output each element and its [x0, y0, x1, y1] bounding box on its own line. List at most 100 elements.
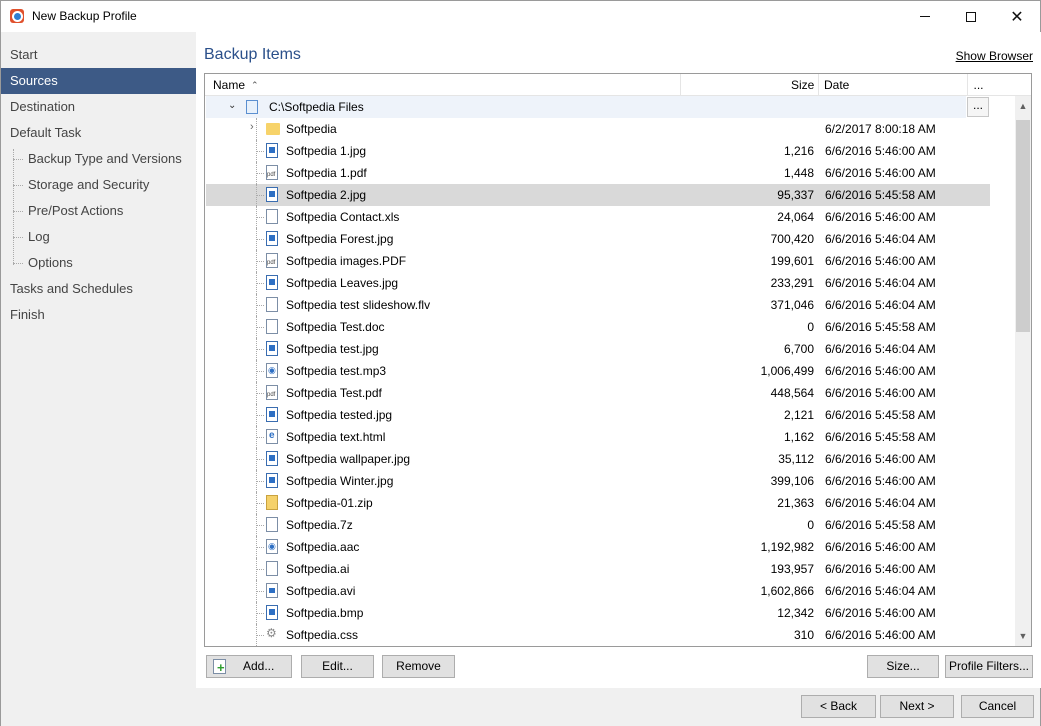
file-row[interactable]: Softpedia Test.doc 0 6/6/2016 5:45:58 AM: [206, 316, 990, 338]
file-date: 6/6/2016 5:46:00 AM: [825, 540, 936, 554]
file-row[interactable]: Softpedia.css 310 6/6/2016 5:46:00 AM: [206, 624, 990, 646]
column-size[interactable]: Size: [791, 74, 814, 96]
file-date: 6/6/2016 5:45:58 AM: [825, 518, 936, 532]
tree-branch: [256, 371, 264, 372]
app-icon: [10, 9, 24, 23]
file-size: 310: [793, 628, 814, 642]
image-file-icon: [266, 187, 278, 202]
tree-branch: [256, 503, 264, 504]
file-row[interactable]: Softpedia 1.pdf 1,448 6/6/2016 5:46:00 AM: [206, 162, 990, 184]
tree-branch: [256, 481, 264, 482]
profile-filters-button[interactable]: Profile Filters...: [945, 655, 1033, 678]
sidebar-item-default-task[interactable]: Default Task: [1, 120, 196, 146]
wizard-sidebar: Start Sources Destination Default Task B…: [1, 32, 196, 688]
file-size: 2,121: [783, 408, 814, 422]
file-row[interactable]: Softpedia Test.pdf 448,564 6/6/2016 5:46:0…: [206, 382, 990, 404]
tree-branch: [256, 239, 264, 240]
file-size: 199,601: [770, 254, 814, 268]
sidebar-item-destination[interactable]: Destination: [1, 94, 196, 120]
vertical-scrollbar[interactable]: ▲ ▼: [1015, 96, 1031, 646]
edit-button[interactable]: Edit...: [301, 655, 374, 678]
image-file-icon: [266, 341, 278, 356]
file-row[interactable]: Softpedia test.jpg 6,700 6/6/2016 5:46:04 …: [206, 338, 990, 360]
file-size: 21,363: [777, 496, 814, 510]
file-row[interactable]: Softpedia.bmp 12,342 6/6/2016 5:46:00 AM: [206, 602, 990, 624]
root-folder-label: C:\Softpedia Files: [269, 100, 364, 114]
add-button-label: Add...: [243, 659, 275, 673]
tree-branch: [256, 459, 264, 460]
file-row[interactable]: Softpedia Contact.xls 24,064 6/6/2016 5:46…: [206, 206, 990, 228]
file-name: Softpedia 2.jpg: [286, 188, 367, 202]
file-row[interactable]: Softpedia images.PDF 199,601 6/6/2016 5:46…: [206, 250, 990, 272]
sidebar-item-storage-security[interactable]: Storage and Security: [1, 172, 196, 198]
show-browser-link[interactable]: Show Browser: [956, 49, 1033, 63]
file-date: 6/6/2016 5:45:58 AM: [825, 408, 936, 422]
sidebar-item-tasks-schedules[interactable]: Tasks and Schedules: [1, 276, 196, 302]
size-button[interactable]: Size...: [867, 655, 939, 678]
tree-branch: [256, 217, 264, 218]
tree-branch: [256, 591, 264, 592]
file-row[interactable]: › Softpedia 6/2/2017 8:00:18 AM: [206, 118, 990, 140]
file-row[interactable]: Softpedia 2.jpg 95,337 6/6/2016 5:45:58 AM: [206, 184, 990, 206]
sidebar-item-backup-type[interactable]: Backup Type and Versions: [1, 146, 196, 172]
back-button[interactable]: < Back: [801, 695, 876, 718]
sidebar-item-sources[interactable]: Sources: [1, 68, 196, 94]
sidebar-item-log[interactable]: Log: [1, 224, 196, 250]
file-size: 193,957: [770, 562, 814, 576]
close-button[interactable]: ✕: [994, 1, 1040, 32]
sidebar-item-pre-post-actions[interactable]: Pre/Post Actions: [1, 198, 196, 224]
root-options-button[interactable]: ...: [967, 97, 989, 117]
scroll-up-icon[interactable]: ▲: [1015, 98, 1031, 114]
minimize-icon: [920, 16, 930, 17]
file-size: 1,006,499: [760, 364, 814, 378]
folder-icon: [266, 123, 280, 135]
add-button[interactable]: Add...: [206, 655, 292, 678]
file-name: Softpedia Leaves.jpg: [286, 276, 399, 290]
column-name[interactable]: Name: [213, 74, 245, 96]
maximize-button[interactable]: [948, 1, 994, 32]
minimize-button[interactable]: [902, 1, 948, 32]
file-row[interactable]: Softpedia Leaves.jpg 233,291 6/6/2016 5:46…: [206, 272, 990, 294]
image-file-icon: [266, 407, 278, 422]
file-row[interactable]: Softpedia test.mp3 1,006,499 6/6/2016 5:46…: [206, 360, 990, 382]
file-size: 6,700: [783, 342, 814, 356]
file-row[interactable]: Softpedia tested.jpg 2,121 6/6/2016 5:45:5…: [206, 404, 990, 426]
collapse-chevron-icon[interactable]: ⌄: [228, 100, 236, 111]
file-row[interactable]: Softpedia.ai 193,957 6/6/2016 5:46:00 AM: [206, 558, 990, 580]
close-icon: ✕: [1010, 8, 1024, 26]
column-date[interactable]: Date: [824, 74, 849, 96]
file-date: 6/6/2016 5:46:00 AM: [825, 386, 936, 400]
file-date: 6/6/2016 5:46:04 AM: [825, 276, 936, 290]
file-row[interactable]: Softpedia-01.zip 21,363 6/6/2016 5:46:04 A…: [206, 492, 990, 514]
tree-branch: [256, 437, 264, 438]
expand-chevron-icon[interactable]: ›: [250, 121, 254, 133]
file-date: 6/2/2017 8:00:18 AM: [825, 122, 936, 136]
page-title: Backup Items: [204, 46, 301, 63]
main-panel: Backup Items Show Browser Name ⌃ Size Da…: [196, 32, 1041, 688]
file-row[interactable]: Softpedia 1.jpg 1,216 6/6/2016 5:46:00 AM: [206, 140, 990, 162]
column-options-button[interactable]: ...: [967, 74, 989, 96]
file-row[interactable]: Softpedia wallpaper.jpg 35,112 6/6/2016 5:…: [206, 448, 990, 470]
file-row[interactable]: Softpedia text.html 1,162 6/6/2016 5:45:58…: [206, 426, 990, 448]
next-button[interactable]: Next >: [880, 695, 954, 718]
file-name: Softpedia test.jpg: [286, 342, 379, 356]
file-date: 6/6/2016 5:46:00 AM: [825, 562, 936, 576]
sidebar-item-options[interactable]: Options: [1, 250, 196, 276]
file-row[interactable]: Softpedia Forest.jpg 700,420 6/6/2016 5:46…: [206, 228, 990, 250]
file-row[interactable]: Softpedia.avi 1,602,866 6/6/2016 5:46:04 A…: [206, 580, 990, 602]
file-row[interactable]: Softpedia test slideshow.flv 371,046 6/6/2…: [206, 294, 990, 316]
scroll-down-icon[interactable]: ▼: [1015, 628, 1031, 644]
remove-button[interactable]: Remove: [382, 655, 455, 678]
image-file-icon: [266, 275, 278, 290]
cancel-button[interactable]: Cancel: [961, 695, 1034, 718]
backup-items-list[interactable]: Name ⌃ Size Date ... ⌄ C:\Softpedia File…: [204, 73, 1032, 647]
file-row[interactable]: Softpedia Winter.jpg 399,106 6/6/2016 5:46…: [206, 470, 990, 492]
file-row[interactable]: Softpedia.aac 1,192,982 6/6/2016 5:46:00 A…: [206, 536, 990, 558]
file-date: 6/6/2016 5:46:04 AM: [825, 496, 936, 510]
file-row[interactable]: Softpedia.7z 0 6/6/2016 5:45:58 AM: [206, 514, 990, 536]
scrollbar-thumb[interactable]: [1016, 120, 1030, 332]
tree-branch: [256, 525, 264, 526]
root-folder-row[interactable]: ⌄ C:\Softpedia Files: [206, 96, 966, 118]
sidebar-item-start[interactable]: Start: [1, 42, 196, 68]
sidebar-item-finish[interactable]: Finish: [1, 302, 196, 328]
